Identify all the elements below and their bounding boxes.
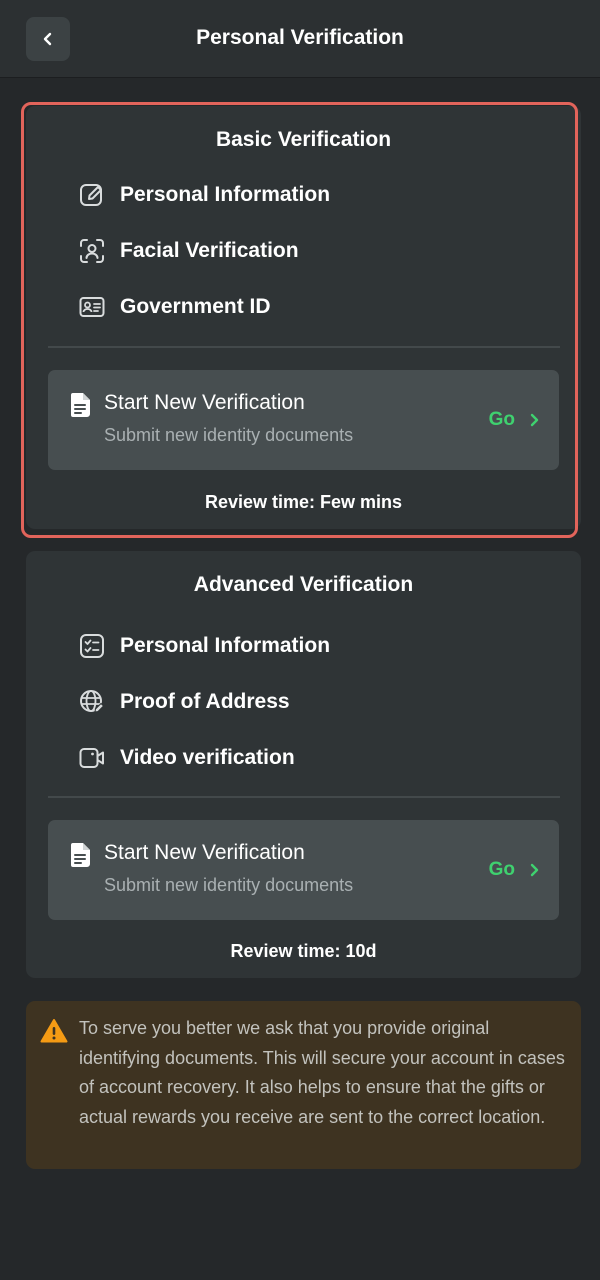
info-notice: To serve you better we ask that you prov… (26, 1001, 581, 1169)
advanced-feature-label: Personal Information (120, 634, 331, 657)
action-subtitle: Submit new identity documents (104, 425, 354, 445)
basic-verification-card: Basic Verification Personal Information … (26, 106, 581, 529)
review-time: Review time: Few mins (204, 492, 403, 512)
action-title: Start New Verification (104, 841, 305, 864)
page-title: Personal Verification (196, 26, 404, 49)
advanced-feature-video-verification: Video verification (78, 743, 295, 773)
notice-text: To serve you better we ask that you prov… (79, 1018, 565, 1127)
divider (48, 796, 560, 798)
go-label: Go (488, 859, 515, 880)
action-subtitle: Submit new identity documents (104, 875, 354, 895)
basic-feature-facial-verification: Facial Verification (78, 236, 299, 266)
advanced-feature-proof-of-address: Proof of Address (78, 687, 290, 717)
video-camera-icon (78, 744, 106, 772)
basic-feature-personal-information: Personal Information (78, 180, 330, 210)
face-scan-icon (78, 237, 106, 265)
basic-verification-title: Basic Verification (215, 128, 392, 151)
advanced-start-verification-button[interactable]: Start New Verification Submit new identi… (48, 820, 559, 920)
advanced-feature-label: Video verification (120, 746, 295, 769)
warning-icon (40, 1018, 68, 1049)
advanced-verification-title: Advanced Verification (193, 573, 414, 596)
document-icon (70, 392, 92, 423)
chevron-right-icon (530, 413, 539, 427)
advanced-feature-label: Proof of Address (120, 690, 290, 713)
advanced-feature-personal-information: Personal Information (78, 631, 330, 661)
divider (48, 346, 560, 348)
go-link[interactable]: Go (489, 859, 539, 881)
advanced-verification-card: Advanced Verification Personal Informati… (26, 551, 581, 978)
go-link[interactable]: Go (489, 409, 539, 431)
basic-feature-government-id: Government ID (78, 292, 271, 322)
document-icon (70, 842, 92, 873)
basic-feature-label: Personal Information (120, 183, 331, 206)
globe-edit-icon (78, 688, 106, 716)
header-bar: Personal Verification (0, 0, 600, 78)
id-card-icon (78, 293, 106, 321)
action-title: Start New Verification (104, 391, 305, 414)
basic-start-verification-button[interactable]: Start New Verification Submit new identi… (48, 370, 559, 470)
go-label: Go (488, 409, 515, 430)
basic-feature-label: Government ID (120, 295, 271, 318)
edit-pen-icon (78, 181, 106, 209)
chevron-right-icon (530, 863, 539, 877)
checklist-icon (78, 632, 106, 660)
review-time: Review time: 10d (230, 941, 377, 961)
basic-feature-label: Facial Verification (120, 239, 299, 262)
